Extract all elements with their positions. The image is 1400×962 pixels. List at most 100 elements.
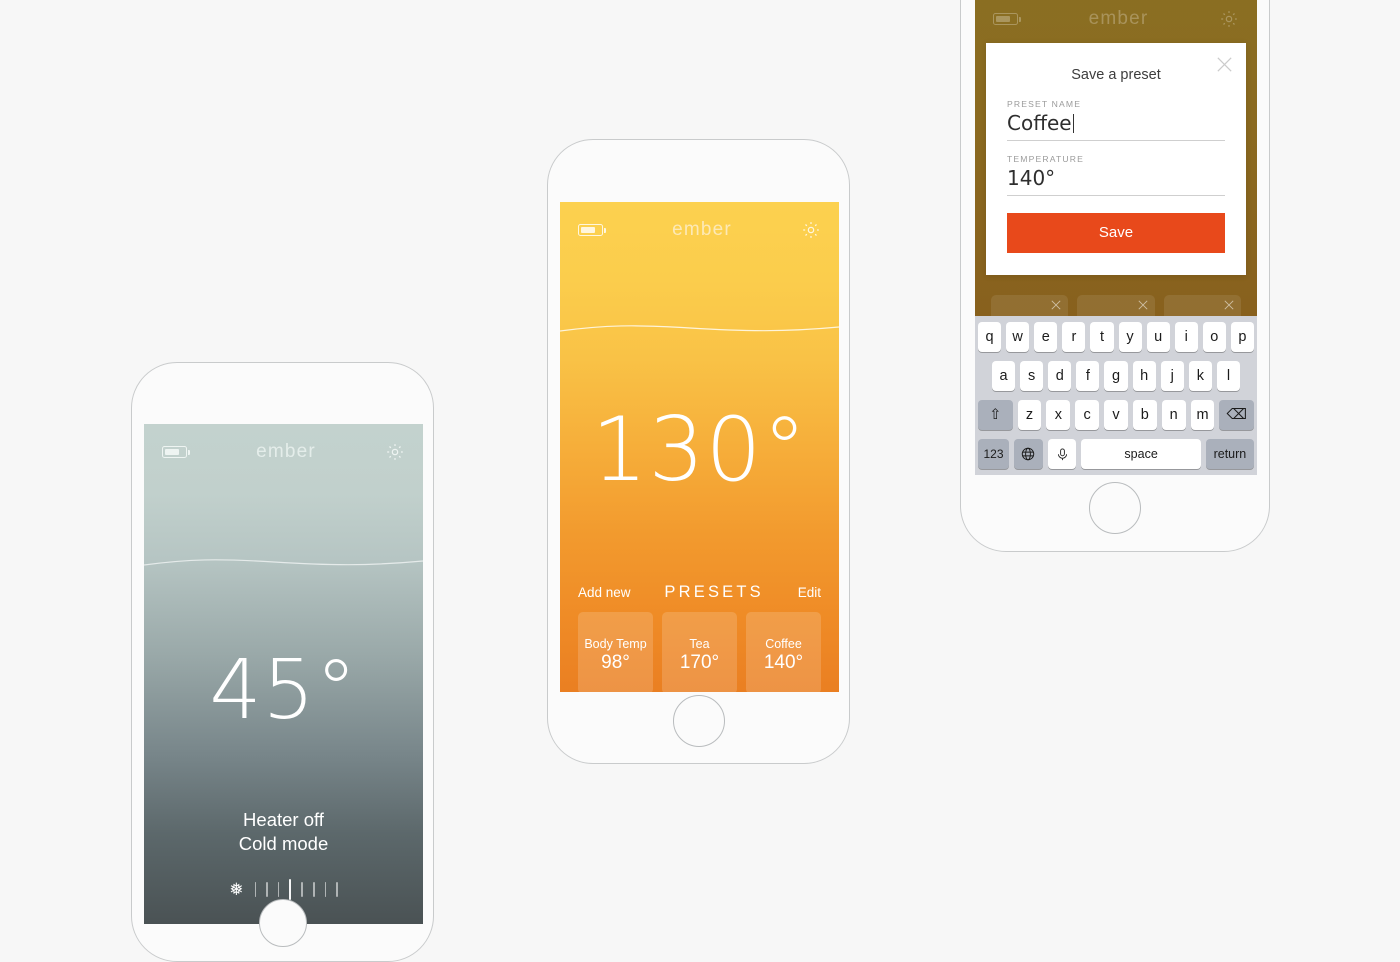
key-o[interactable]: o (1202, 322, 1226, 352)
key-l[interactable]: l (1216, 361, 1240, 391)
backspace-key[interactable]: ⌫ (1219, 400, 1255, 430)
delete-preset-icon[interactable] (1136, 298, 1150, 312)
slider-ticks[interactable] (254, 879, 338, 900)
slider-tick (266, 882, 268, 897)
key-b[interactable]: b (1132, 400, 1157, 430)
key-g[interactable]: g (1104, 361, 1128, 391)
save-preset-dialog: Save a preset PRESET NAME Coffee TEMPERA… (986, 43, 1246, 275)
app-bar-cold: ember (144, 424, 423, 480)
preset-name-value: Coffee (1007, 111, 1072, 135)
battery-icon (578, 224, 607, 236)
temperature-slider-cold[interactable]: ❅ (144, 879, 423, 900)
numbers-key[interactable]: 123 (978, 439, 1009, 469)
key-u[interactable]: u (1146, 322, 1170, 352)
wave-divider-cold (144, 559, 423, 566)
keyboard-row-2: a s d f g h j k l (978, 361, 1254, 391)
key-p[interactable]: p (1230, 322, 1254, 352)
globe-icon[interactable] (1014, 439, 1043, 469)
slider-tick (324, 882, 327, 897)
status-block-cold: Heater off Cold mode (144, 808, 423, 857)
battery-icon (993, 13, 1022, 25)
temperature-label: TEMPERATURE (1007, 154, 1084, 164)
preset-list: Body Temp 98° Tea 170° Coffee 140° (578, 612, 821, 692)
app-bar-hot: ember (560, 202, 839, 258)
gear-icon[interactable] (385, 442, 405, 462)
preset-card[interactable]: Body Temp 98° (578, 612, 653, 692)
key-r[interactable]: r (1062, 322, 1086, 352)
wave-divider-hot (560, 325, 839, 332)
current-temperature-hot: 130° (591, 398, 808, 501)
slider-tick (277, 882, 280, 897)
slider-tick (336, 882, 338, 897)
return-key[interactable]: return (1205, 439, 1255, 469)
key-m[interactable]: m (1190, 400, 1215, 430)
temperature-input[interactable]: 140° (1007, 166, 1225, 196)
key-y[interactable]: y (1118, 322, 1142, 352)
key-k[interactable]: k (1188, 361, 1212, 391)
keyboard-row-1: q w e r t y u i o p (978, 322, 1254, 352)
save-button[interactable]: Save (1007, 213, 1225, 253)
key-e[interactable]: e (1034, 322, 1058, 352)
slider-tick (254, 882, 257, 897)
snowflake-icon: ❅ (229, 880, 244, 899)
key-n[interactable]: n (1161, 400, 1186, 430)
app-brand-label: ember (1088, 8, 1149, 29)
microphone-icon[interactable] (1047, 439, 1077, 469)
key-f[interactable]: f (1076, 361, 1100, 391)
on-screen-keyboard[interactable]: q w e r t y u i o p a s d f g h j k l ⇧ … (975, 316, 1257, 475)
key-s[interactable]: s (1020, 361, 1044, 391)
key-q[interactable]: q (978, 322, 1002, 352)
home-button[interactable] (258, 899, 307, 947)
app-brand-label: ember (672, 219, 732, 240)
phone-cold-mode: ember 45° Heater off Cold mode ❅ (131, 362, 434, 962)
key-d[interactable]: d (1048, 361, 1072, 391)
presets-header: Add new PRESETS Edit (560, 583, 839, 602)
close-icon[interactable] (1215, 55, 1234, 74)
preset-name-input[interactable]: Coffee (1007, 111, 1225, 141)
slider-tick (312, 882, 315, 897)
keyboard-row-4: 123 space return (978, 439, 1255, 469)
preset-name: Tea (689, 636, 710, 651)
preset-card[interactable]: Coffee 140° (746, 612, 821, 692)
app-bar-dimmed: ember (975, 0, 1257, 47)
key-h[interactable]: h (1132, 361, 1156, 391)
key-j[interactable]: j (1160, 361, 1184, 391)
home-button[interactable] (1089, 482, 1141, 534)
gear-icon[interactable] (801, 220, 821, 240)
preset-value: 140° (763, 651, 804, 673)
screen-hot: ember 130° Add new PRESETS Edit Body Tem… (560, 202, 839, 692)
preset-name-field[interactable]: PRESET NAME Coffee (1007, 99, 1225, 141)
mode-status-label: Cold mode (238, 833, 329, 855)
temperature-field[interactable]: TEMPERATURE 140° (1007, 154, 1225, 196)
key-a[interactable]: a (992, 361, 1016, 391)
key-t[interactable]: t (1090, 322, 1114, 352)
preset-card[interactable]: Tea 170° (662, 612, 737, 692)
current-temperature-cold: 45° (209, 643, 358, 738)
space-key[interactable]: space (1081, 439, 1201, 469)
key-w[interactable]: w (1006, 322, 1030, 352)
keyboard-row-3: ⇧ z x c v b n m ⌫ (977, 400, 1255, 430)
slider-tick (301, 882, 303, 897)
screen-cold: ember 45° Heater off Cold mode ❅ (144, 424, 423, 924)
add-new-preset-button[interactable]: Add new (578, 585, 631, 600)
home-button[interactable] (672, 695, 725, 747)
gear-icon[interactable] (1219, 9, 1239, 29)
delete-preset-icon[interactable] (1222, 298, 1236, 312)
key-x[interactable]: x (1046, 400, 1071, 430)
phone-save-preset: ember Body Temp 98° Tea (960, 0, 1270, 552)
edit-presets-button[interactable]: Edit (798, 585, 821, 600)
preset-name: Body Temp (584, 636, 647, 651)
slider-tick-active (289, 879, 292, 900)
key-v[interactable]: v (1104, 400, 1128, 430)
preset-value: 98° (601, 651, 630, 673)
key-z[interactable]: z (1017, 400, 1042, 430)
app-brand-label: ember (256, 441, 316, 462)
preset-name: Coffee (765, 636, 802, 651)
phone-hot-mode: ember 130° Add new PRESETS Edit Body Tem… (547, 139, 850, 764)
key-i[interactable]: i (1174, 322, 1198, 352)
shift-key[interactable]: ⇧ (977, 400, 1013, 430)
presets-title-label: PRESETS (664, 583, 764, 601)
heater-status-label: Heater off (243, 809, 324, 830)
key-c[interactable]: c (1075, 400, 1100, 430)
delete-preset-icon[interactable] (1049, 298, 1063, 312)
